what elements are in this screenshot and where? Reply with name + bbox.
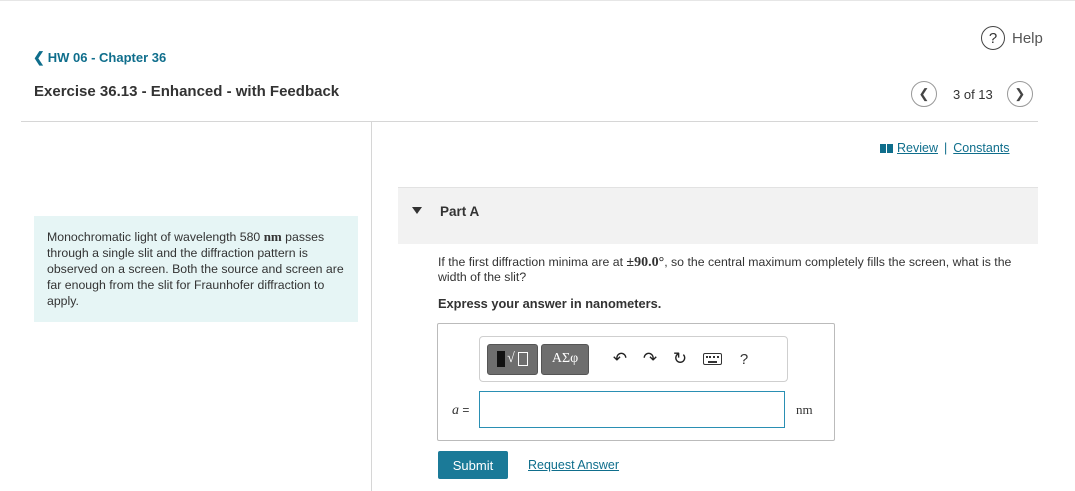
sqrt-icon: √ [507, 351, 515, 366]
answer-variable: a [452, 403, 459, 418]
answer-panel: √ ΑΣφ ↶ ↷ ↻ ? a = nm [437, 323, 835, 441]
math-toolbar: √ ΑΣφ ↶ ↷ ↻ ? [479, 336, 788, 382]
header-divider [21, 121, 1038, 122]
pager-position: 3 of 13 [953, 86, 993, 102]
pager: ❮ 3 of 13 ❯ [911, 81, 1033, 107]
link-separator: | [944, 141, 948, 155]
templates-button[interactable]: √ [487, 343, 538, 375]
answer-instruction: Express your answer in nanometers. [438, 296, 662, 311]
help-label: Help [1012, 29, 1043, 47]
problem-text-before: Monochromatic light of wavelength 580 [47, 230, 264, 244]
review-link[interactable]: Review [897, 141, 938, 155]
reset-icon[interactable]: ↻ [665, 344, 695, 374]
page-title: Exercise 36.13 - Enhanced - with Feedbac… [34, 83, 340, 100]
answer-unit: nm [796, 402, 813, 417]
part-title: Part A [440, 204, 480, 219]
box-icon [517, 352, 528, 366]
next-item-button[interactable]: ❯ [1006, 81, 1033, 107]
previous-item-button[interactable]: ❮ [911, 81, 937, 107]
toolbar-help-icon[interactable]: ? [729, 344, 759, 374]
undo-icon[interactable]: ↶ [605, 344, 635, 374]
question-before: If the first diffraction minima are at [438, 255, 627, 269]
templates-block-icon [497, 351, 506, 367]
request-answer-link[interactable]: Request Answer [528, 458, 619, 472]
book-icon [880, 143, 893, 153]
answer-equals: = [459, 403, 470, 417]
symbols-button[interactable]: ΑΣφ [541, 343, 589, 375]
answer-input[interactable] [479, 391, 785, 428]
question-text: If the first diffraction minima are at ±… [438, 255, 1038, 285]
question-circle-icon: ? [981, 26, 1005, 50]
part-a-header[interactable]: Part A [398, 187, 1038, 244]
column-divider [371, 121, 372, 491]
question-value: ±90.0° [626, 255, 665, 270]
constants-link[interactable]: Constants [953, 141, 1009, 155]
problem-unit: nm [263, 229, 282, 244]
problem-statement: Monochromatic light of wavelength 580 nm… [34, 216, 358, 322]
caret-down-icon[interactable] [412, 207, 422, 214]
submit-button[interactable]: Submit [438, 451, 508, 479]
answer-variable-label: a = [452, 403, 469, 419]
breadcrumb[interactable]: ❮ HW 06 - Chapter 36 [33, 49, 166, 66]
help-button[interactable]: ? Help [981, 26, 1043, 50]
chevron-left-icon: ❮ [33, 49, 45, 65]
top-divider [0, 0, 1075, 1]
keyboard-icon[interactable] [695, 344, 729, 374]
review-links: Review | Constants [880, 141, 1010, 155]
breadcrumb-label[interactable]: HW 06 - Chapter 36 [48, 50, 166, 65]
redo-icon[interactable]: ↷ [635, 344, 665, 374]
